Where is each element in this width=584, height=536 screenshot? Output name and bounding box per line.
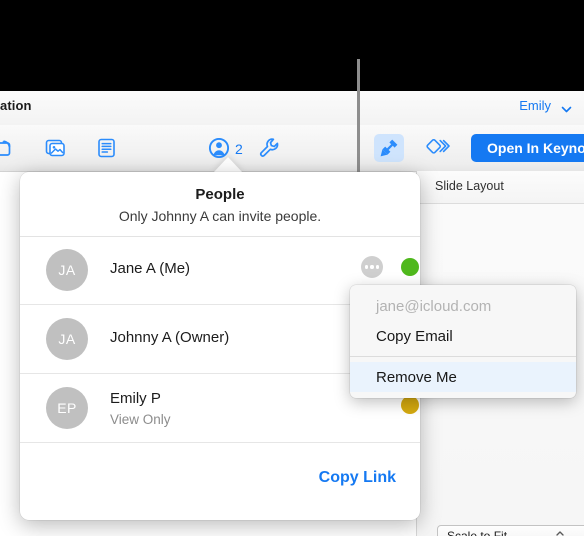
tab-slide-layout[interactable]: Slide Layout — [435, 179, 504, 193]
menu-item-email: jane@icloud.com — [376, 297, 492, 315]
main-toolbar: 2 Open In Keynote — [0, 125, 584, 172]
chevron-down-icon[interactable] — [561, 104, 572, 115]
context-menu: jane@icloud.com Copy Email Remove Me — [350, 285, 576, 398]
person-name: Emily P — [110, 390, 161, 407]
popover-subtitle: Only Johnny A can invite people. — [118, 208, 322, 224]
paintbrush-format-icon[interactable] — [374, 134, 404, 162]
popover-arrow — [213, 157, 243, 173]
page-title: People — [195, 186, 245, 203]
inspector-tab-bar: Slide Layout — [417, 171, 584, 204]
wrench-tools-icon[interactable] — [254, 134, 284, 162]
copy-link-button[interactable]: Copy Link — [319, 469, 396, 487]
account-menu-label[interactable]: Emily — [519, 98, 551, 113]
chevron-updown-icon[interactable] — [555, 529, 565, 536]
avatar: EP — [46, 387, 88, 429]
open-in-app-button[interactable]: Open In Keynote — [471, 134, 584, 162]
person-name: Johnny A (Owner) — [110, 329, 230, 346]
person-name: Jane A (Me) — [110, 260, 191, 277]
shape-icon[interactable] — [0, 134, 22, 162]
screen-root: ation Emily 2 Open In Keyno Slide Layout… — [0, 0, 584, 536]
menu-separator — [350, 356, 576, 357]
collaborator-count: 2 — [235, 141, 243, 157]
text-document-icon[interactable] — [92, 134, 122, 162]
menu-item-copy-email[interactable]: Copy Email — [350, 321, 576, 351]
media-icon[interactable] — [42, 134, 72, 162]
scale-popup-value: Scale to Fit — [447, 529, 508, 536]
title-bar: ation Emily — [0, 91, 584, 125]
status-badge — [401, 258, 419, 276]
person-role: View Only — [110, 412, 171, 427]
popover-footer: Copy Link — [20, 443, 420, 520]
popover-header: People Only Johnny A can invite people. — [20, 172, 420, 237]
avatar: JA — [46, 318, 88, 360]
menu-item-remove-me[interactable]: Remove Me — [350, 362, 576, 392]
document-title: ation — [0, 98, 32, 113]
avatar: JA — [46, 249, 88, 291]
animate-icon[interactable] — [424, 134, 454, 162]
more-options-icon[interactable] — [361, 256, 383, 278]
status-badge — [401, 396, 419, 414]
